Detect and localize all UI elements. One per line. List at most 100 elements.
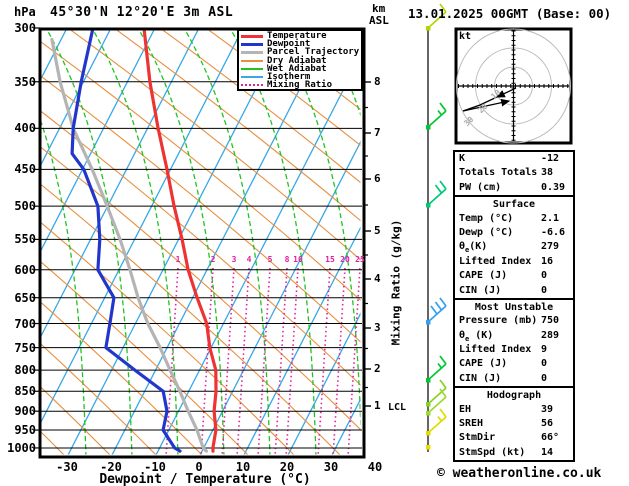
mixing-ratio-value-label: 10	[293, 255, 303, 264]
mixing-ratio-value-label: 1	[175, 255, 181, 264]
hodograph-unit-label: kt	[459, 31, 472, 42]
lcl-label: LCL	[388, 402, 407, 413]
stat-label: Totals Totals	[459, 167, 538, 179]
wind-barb	[426, 180, 447, 208]
stat-label: Temp (°C)	[459, 212, 514, 224]
stat-label: StmDir	[459, 432, 496, 444]
stats-panel-header: Hodograph	[486, 390, 542, 402]
stat-row: CAPE (J) 0	[455, 357, 573, 371]
stats-panel-header: Most Unstable	[474, 301, 554, 313]
stat-row: Totals Totals 38	[455, 166, 573, 180]
stat-label: θe(K)	[459, 241, 488, 255]
pressure-tick-label: 950	[14, 423, 36, 438]
stat-row: K -12	[455, 152, 573, 166]
legend-item: Mixing Ratio	[241, 80, 361, 91]
pressure-tick-label: 750	[14, 340, 36, 355]
wind-barb	[426, 355, 447, 383]
run-date-title: 13.01.2025 00GMT (Base: 00)	[408, 6, 612, 21]
stat-value: 0.39	[541, 181, 566, 193]
stat-label: θe (K)	[459, 329, 494, 343]
altitude-unit-asl: ASL	[369, 14, 389, 27]
stat-value: 2.1	[541, 212, 560, 224]
stat-label: Dewp (°C)	[459, 226, 514, 238]
legend-box: Temperature Dewpoint Parcel Trajectory Dry …	[237, 29, 363, 91]
stat-value: 38	[541, 167, 554, 179]
stat-value: 39	[541, 403, 554, 415]
stats-panels: K -12 Totals Totals 38 PW (cm) 0.39 Surface Tem…	[453, 150, 575, 463]
legend-item-label: Mixing Ratio	[267, 80, 333, 91]
pressure-tick-label: 450	[14, 162, 36, 177]
pressure-tick-label: 850	[14, 384, 36, 399]
stat-row: PW (cm) 0.39	[455, 181, 573, 195]
pressure-tick-label: 350	[14, 74, 36, 89]
stat-row: EH 39	[455, 403, 573, 417]
stat-label: CAPE (J)	[459, 358, 508, 370]
stats-panel: Most Unstable Pressure (mb) 750 θe (K) 289 Li…	[453, 297, 575, 389]
stat-label: Pressure (mb)	[459, 315, 538, 327]
pressure-tick-label: 1000	[7, 440, 36, 455]
stat-value: 66°	[541, 432, 560, 444]
mixing-ratio-value-label: 4	[246, 255, 252, 264]
stats-panel: Surface Temp (°C) 2.1 Dewp (°C) -6.6 θe(K) 279…	[453, 195, 575, 300]
pressure-tick-label: 300	[14, 21, 36, 35]
stat-row: Lifted Index 9	[455, 343, 573, 357]
stat-label: CAPE (J)	[459, 270, 508, 282]
stat-label: Lifted Index	[459, 255, 532, 267]
legend-swatch-solid	[241, 76, 263, 79]
mixing-ratio-value-label: 3	[231, 255, 237, 264]
skewt-sounding-app: hPa 45°30'N 12°20'E 3m ASL km ASL 13.01.…	[0, 0, 629, 486]
stat-row: CAPE (J) 0	[455, 269, 573, 283]
wind-barb	[426, 297, 447, 325]
stat-value: 0	[541, 270, 548, 282]
stat-row: CIN (J) 0	[455, 372, 573, 386]
pressure-tick-label: 550	[14, 232, 36, 247]
legend-swatch-solid	[241, 67, 263, 70]
km-tick-label: 2	[374, 362, 381, 375]
stat-value: 289	[541, 329, 560, 341]
legend-swatch-solid	[241, 59, 263, 62]
stat-row: SREH 56	[455, 417, 573, 431]
pressure-tick-label: 600	[14, 262, 36, 277]
stat-value: -6.6	[541, 226, 566, 238]
mixing-ratio-value-label: 25	[355, 255, 365, 264]
pressure-tick-label: 700	[14, 316, 36, 331]
pressure-tick-label: 500	[14, 199, 36, 214]
mixing-ratio-value-label: 15	[325, 255, 335, 264]
stat-value: 750	[541, 315, 560, 327]
stat-label: CIN (J)	[459, 284, 502, 296]
stat-label: K	[459, 153, 466, 164]
pressure-tick-label: 800	[14, 363, 36, 378]
stats-panel: K -12 Totals Totals 38 PW (cm) 0.39	[453, 150, 575, 198]
stat-value: 0	[541, 284, 548, 296]
stat-value: 9	[541, 344, 548, 356]
legend-swatch-dotted	[241, 84, 263, 87]
stat-label: PW (cm)	[459, 181, 502, 193]
stat-row: Lifted Index 16	[455, 255, 573, 269]
mixing-ratio-axis-caption: Mixing Ratio (g/kg)	[389, 219, 403, 346]
legend-swatch-solid	[241, 42, 263, 46]
stat-value: 16	[541, 255, 554, 267]
legend-swatch-solid	[241, 34, 263, 38]
stat-value: -12	[541, 153, 560, 164]
x-axis-caption: Dewpoint / Temperature (°C)	[99, 472, 311, 486]
stat-row: Dewp (°C) -6.6	[455, 226, 573, 240]
wind-barb	[426, 445, 431, 450]
pressure-tick-label: 650	[14, 290, 36, 305]
stats-panel: Hodograph EH 39 SREH 56 StmDir 66° StmSpd (kt) 1…	[453, 386, 575, 463]
km-tick-label: 8	[374, 75, 381, 88]
stat-row: θe(K) 279	[455, 240, 573, 254]
stat-value: 14	[541, 446, 554, 458]
mixing-ratio-value-label: 5	[267, 255, 273, 264]
legend-swatch-solid	[241, 50, 263, 54]
stats-panel-header: Surface	[492, 199, 536, 211]
stat-label: EH	[459, 403, 472, 415]
pressure-tick-label: 900	[14, 404, 36, 419]
stat-row: Pressure (mb) 750	[455, 314, 573, 328]
stat-row: CIN (J) 0	[455, 284, 573, 298]
hodograph	[454, 27, 573, 145]
copyright-text: © weatheronline.co.uk	[437, 466, 602, 481]
stat-label: SREH	[459, 418, 484, 430]
stat-label: StmSpd (kt)	[459, 446, 526, 458]
mixing-ratio-value-label: 2	[210, 255, 216, 264]
stat-value: 56	[541, 418, 554, 430]
